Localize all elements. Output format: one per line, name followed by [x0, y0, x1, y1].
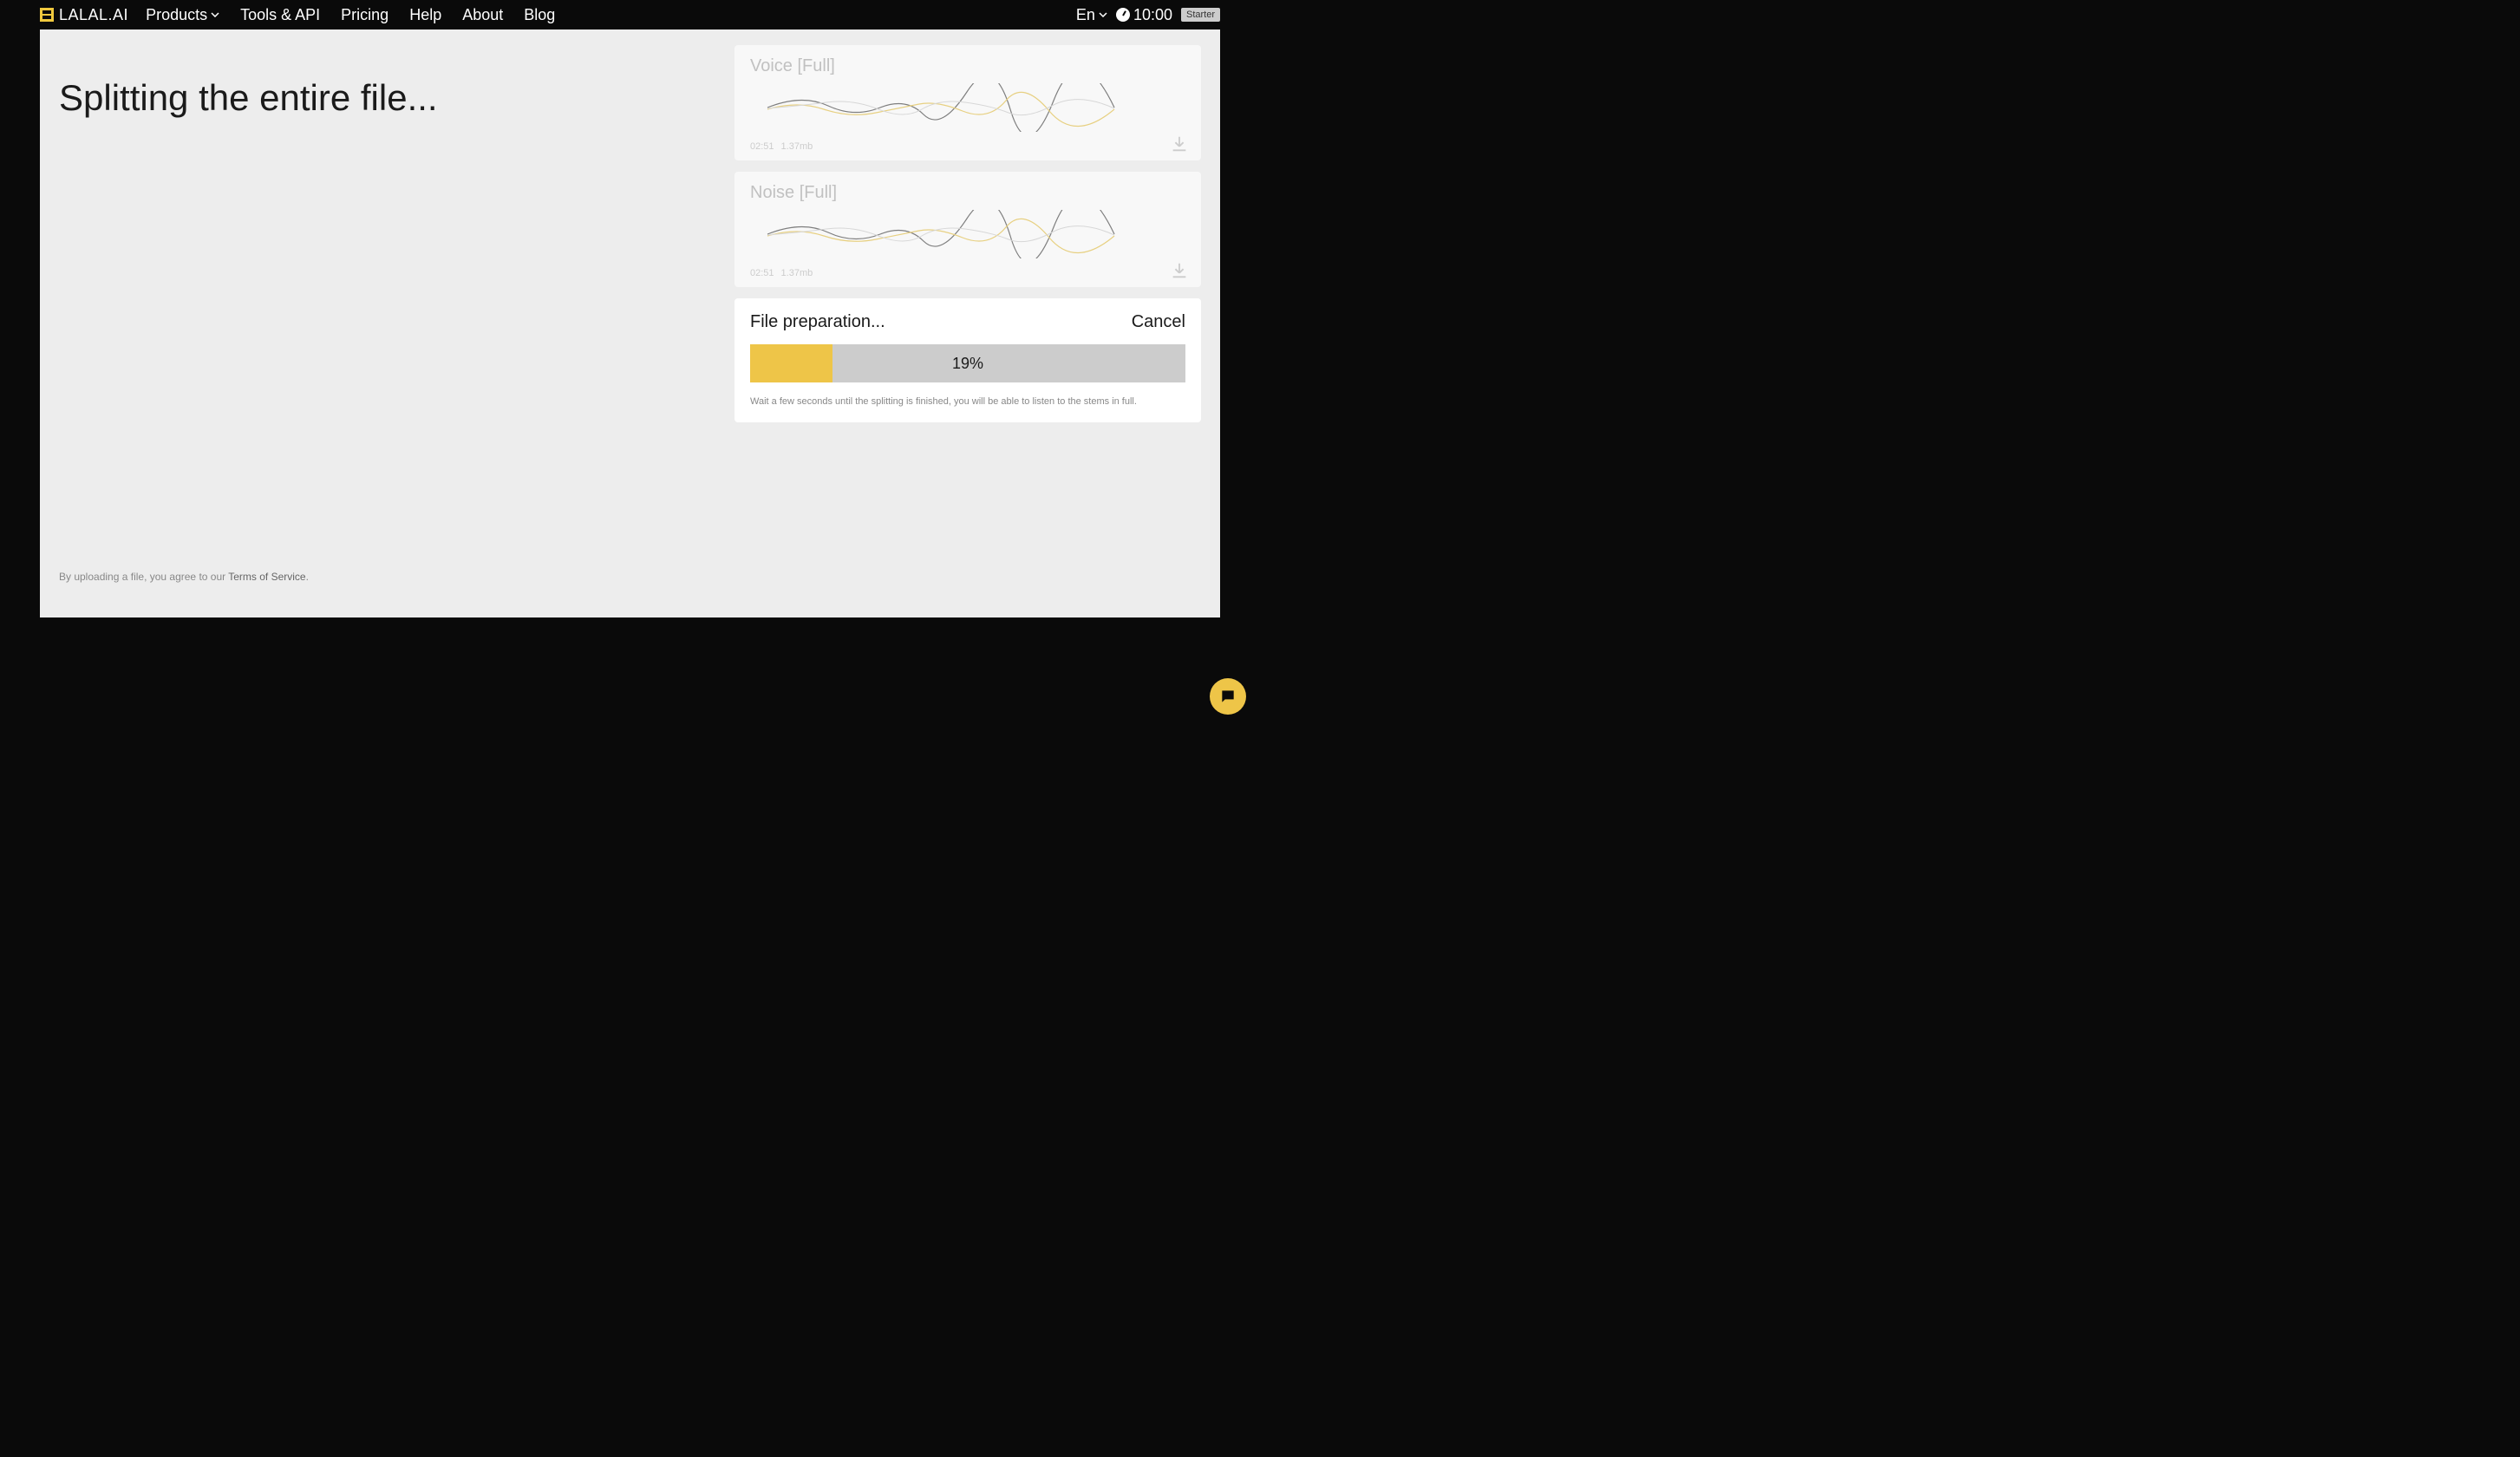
chat-icon: [1219, 688, 1237, 705]
nav-about-label: About: [462, 6, 503, 24]
track-card-voice: Voice [Full] 02:51 1.37mb: [734, 45, 1201, 160]
cancel-button[interactable]: Cancel: [1132, 312, 1185, 332]
download-icon[interactable]: [1170, 261, 1189, 280]
track-meta: 02:51 1.37mb: [750, 268, 1185, 278]
nav-products-label: Products: [146, 6, 207, 24]
language-switcher[interactable]: En: [1076, 6, 1107, 24]
main-nav: Products Tools & API Pricing Help About …: [146, 6, 555, 24]
page-title: Splitting the entire file...: [59, 77, 734, 119]
terms-link[interactable]: Terms of Service: [228, 571, 305, 583]
track-duration: 02:51: [750, 268, 774, 278]
nav-help[interactable]: Help: [409, 6, 441, 24]
track-title: Noise [Full]: [750, 183, 1185, 203]
progress-card: File preparation... Cancel 19% Wait a fe…: [734, 298, 1201, 422]
track-size: 1.37mb: [781, 141, 813, 152]
logo-icon: [40, 8, 54, 22]
chevron-down-icon: [1099, 10, 1107, 19]
terms-prefix: By uploading a file, you agree to our: [59, 571, 228, 583]
nav-help-label: Help: [409, 6, 441, 24]
left-panel: Splitting the entire file... By uploadin…: [40, 29, 734, 617]
progress-fill: [750, 344, 832, 382]
terms-notice: By uploading a file, you agree to our Te…: [59, 571, 734, 583]
main-content: Splitting the entire file... By uploadin…: [40, 29, 1220, 617]
track-duration: 02:51: [750, 141, 774, 152]
chat-launcher[interactable]: [1210, 678, 1246, 715]
track-meta: 02:51 1.37mb: [750, 141, 1185, 152]
clock-icon: [1116, 8, 1130, 22]
logo[interactable]: LALAL.AI: [40, 6, 128, 24]
credits-remaining[interactable]: 10:00: [1116, 6, 1172, 24]
progress-bar: 19%: [750, 344, 1185, 382]
nav-blog[interactable]: Blog: [524, 6, 555, 24]
nav-pricing-label: Pricing: [341, 6, 388, 24]
progress-header: File preparation... Cancel: [750, 312, 1185, 332]
app-header: LALAL.AI Products Tools & API Pricing He…: [0, 0, 1260, 29]
download-icon[interactable]: [1170, 134, 1189, 154]
track-size: 1.37mb: [781, 268, 813, 278]
progress-hint: Wait a few seconds until the splitting i…: [750, 396, 1185, 407]
waveform-icon: [750, 210, 1132, 258]
credits-time: 10:00: [1133, 6, 1172, 24]
waveform-icon: [750, 83, 1132, 132]
nav-blog-label: Blog: [524, 6, 555, 24]
nav-products[interactable]: Products: [146, 6, 219, 24]
language-label: En: [1076, 6, 1095, 24]
nav-tools-api[interactable]: Tools & API: [240, 6, 320, 24]
plan-badge[interactable]: Starter: [1181, 8, 1220, 22]
nav-about[interactable]: About: [462, 6, 503, 24]
terms-suffix: .: [306, 571, 309, 583]
nav-tools-api-label: Tools & API: [240, 6, 320, 24]
header-right: En 10:00 Starter: [1076, 6, 1220, 24]
track-card-noise: Noise [Full] 02:51 1.37mb: [734, 172, 1201, 287]
right-panel: Voice [Full] 02:51 1.37mb Noise [Full]: [734, 29, 1220, 617]
logo-text: LALAL.AI: [59, 6, 128, 24]
nav-pricing[interactable]: Pricing: [341, 6, 388, 24]
chevron-down-icon: [211, 10, 219, 19]
progress-percent: 19%: [952, 355, 983, 373]
track-title: Voice [Full]: [750, 56, 1185, 76]
progress-title: File preparation...: [750, 312, 885, 332]
